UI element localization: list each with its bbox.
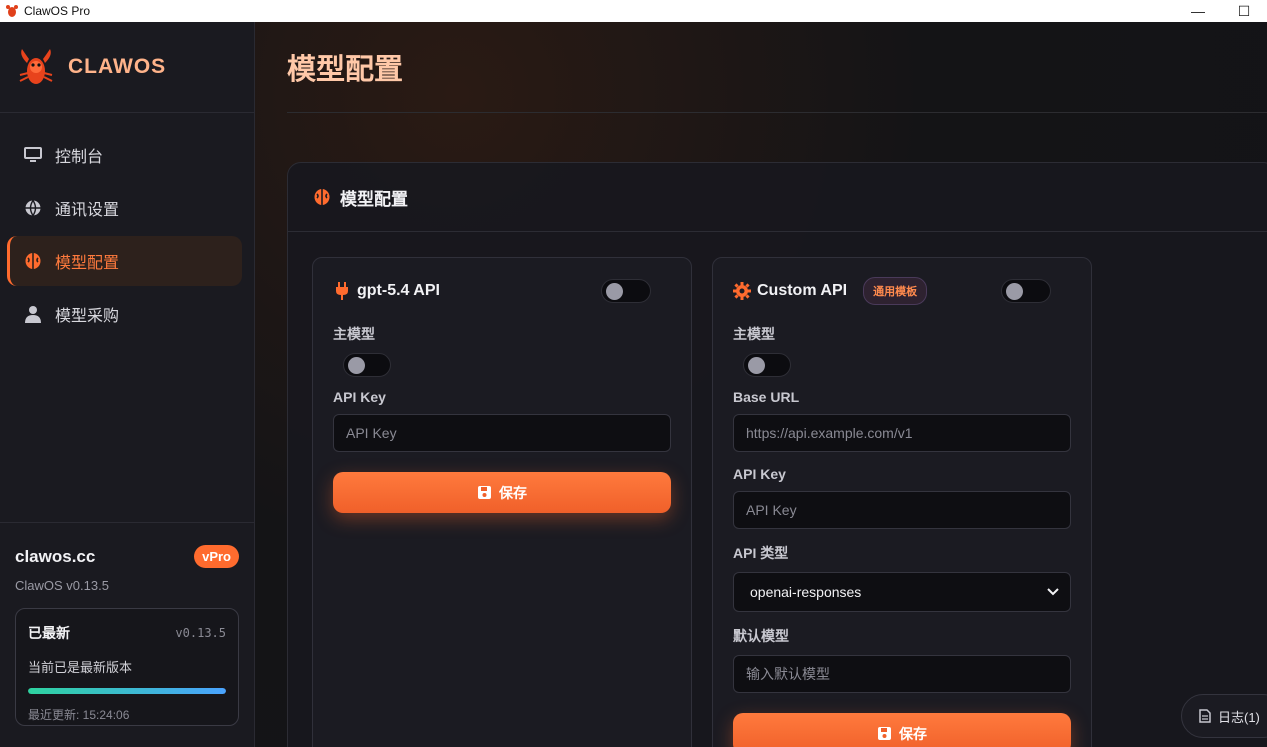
panel-header: 模型配置 (288, 163, 1267, 232)
lobster-logo-icon (4, 3, 20, 19)
minimize-button[interactable]: — (1175, 0, 1221, 22)
update-version: v0.13.5 (175, 626, 226, 640)
update-message: 当前已是最新版本 (28, 660, 133, 675)
api-key-input[interactable]: API Key (333, 414, 671, 452)
base-url-label: Base URL (733, 389, 800, 405)
api-type-select[interactable]: openai-responses (733, 572, 1071, 612)
card-title: Custom API (757, 282, 848, 299)
primary-model-label: 主模型 (733, 326, 775, 342)
primary-model-toggle[interactable] (743, 353, 791, 377)
model-card-custom: Custom API 通用模板 主模型 Base URL https://api… (712, 257, 1092, 747)
brain-icon (23, 251, 43, 271)
save-button[interactable]: 保存 (733, 713, 1071, 747)
floppy-disk-icon (877, 727, 891, 741)
primary-model-toggle[interactable] (343, 353, 391, 377)
brand-name: CLAWOS (68, 55, 167, 78)
update-card: 已最新 v0.13.5 当前已是最新版本 最近更新: 15:24:06 (15, 608, 239, 726)
save-label: 保存 (899, 725, 927, 742)
window-titlebar: ClawOS Pro — ☐ (0, 0, 1267, 22)
update-progress-fill (28, 688, 226, 694)
brand: CLAWOS (0, 22, 254, 113)
sidebar-footer: clawos.cc vPro ClawOS v0.13.5 已最新 v0.13.… (0, 522, 254, 747)
card-header: gpt-5.4 API (333, 258, 671, 324)
floppy-disk-icon (477, 486, 491, 500)
maximize-button[interactable]: ☐ (1221, 0, 1267, 22)
api-key-label: API Key (733, 466, 786, 482)
update-progress-bar (28, 688, 226, 694)
sidebar-item-label: 模型采购 (55, 308, 120, 325)
primary-model-label: 主模型 (333, 326, 375, 342)
page-title: 模型配置 (287, 54, 404, 86)
log-label: 日志(1) (1218, 709, 1260, 725)
api-key-label: API Key (333, 389, 386, 405)
update-time: 最近更新: 15:24:06 (28, 708, 130, 722)
main-content: 模型配置 模型配置 gpt-5.4 API 主模型 API Key API Ke… (255, 22, 1267, 747)
api-type-value: openai-responses (750, 584, 862, 600)
sidebar-item-label: 模型配置 (55, 255, 120, 272)
chevron-down-icon (1046, 585, 1060, 599)
base-url-input[interactable]: https://api.example.com/v1 (733, 414, 1071, 452)
panel-title: 模型配置 (340, 189, 408, 209)
page-header: 模型配置 (287, 22, 1267, 113)
api-type-label: API 类型 (733, 545, 789, 561)
globe-icon (23, 198, 43, 218)
save-button[interactable]: 保存 (333, 472, 671, 513)
window-title: ClawOS Pro (24, 4, 91, 18)
model-card-gpt: gpt-5.4 API 主模型 API Key API Key 保存 (312, 257, 692, 747)
sidebar-item-model-purchase[interactable]: 模型采购 (7, 289, 242, 339)
brain-icon (312, 187, 332, 207)
gear-icon (733, 282, 751, 300)
card-title: gpt-5.4 API (357, 282, 440, 299)
site-name: clawos.cc (15, 546, 96, 566)
card-header: Custom API 通用模板 (733, 258, 1071, 324)
version-badge: vPro (194, 545, 239, 568)
enable-toggle[interactable] (601, 279, 651, 303)
update-status: 已最新 (28, 625, 70, 641)
log-button[interactable]: 日志(1) (1181, 694, 1267, 738)
plug-icon (333, 282, 351, 300)
lobster-logo-icon (14, 45, 58, 89)
sidebar-item-label: 通讯设置 (55, 202, 120, 219)
app-version: ClawOS v0.13.5 (15, 578, 109, 593)
sidebar-item-dashboard[interactable]: 控制台 (7, 130, 242, 180)
sidebar-nav: 控制台 通讯设置 模型配置 模型采购 (0, 113, 254, 339)
save-label: 保存 (499, 484, 527, 501)
sidebar-item-label: 控制台 (55, 149, 104, 166)
user-icon (23, 304, 43, 324)
monitor-icon (23, 145, 43, 165)
sidebar: CLAWOS 控制台 通讯设置 模型配置 模型采购 clawos.cc vPro… (0, 22, 255, 747)
api-key-input[interactable]: API Key (733, 491, 1071, 529)
enable-toggle[interactable] (1001, 279, 1051, 303)
default-model-input[interactable]: 输入默认模型 (733, 655, 1071, 693)
default-model-label: 默认模型 (733, 628, 789, 644)
document-icon (1198, 709, 1212, 723)
template-badge: 通用模板 (863, 277, 928, 305)
sidebar-item-communication[interactable]: 通讯设置 (7, 183, 242, 233)
sidebar-item-model-config[interactable]: 模型配置 (7, 236, 242, 286)
model-config-panel: 模型配置 gpt-5.4 API 主模型 API Key API Key 保存 (287, 162, 1267, 747)
